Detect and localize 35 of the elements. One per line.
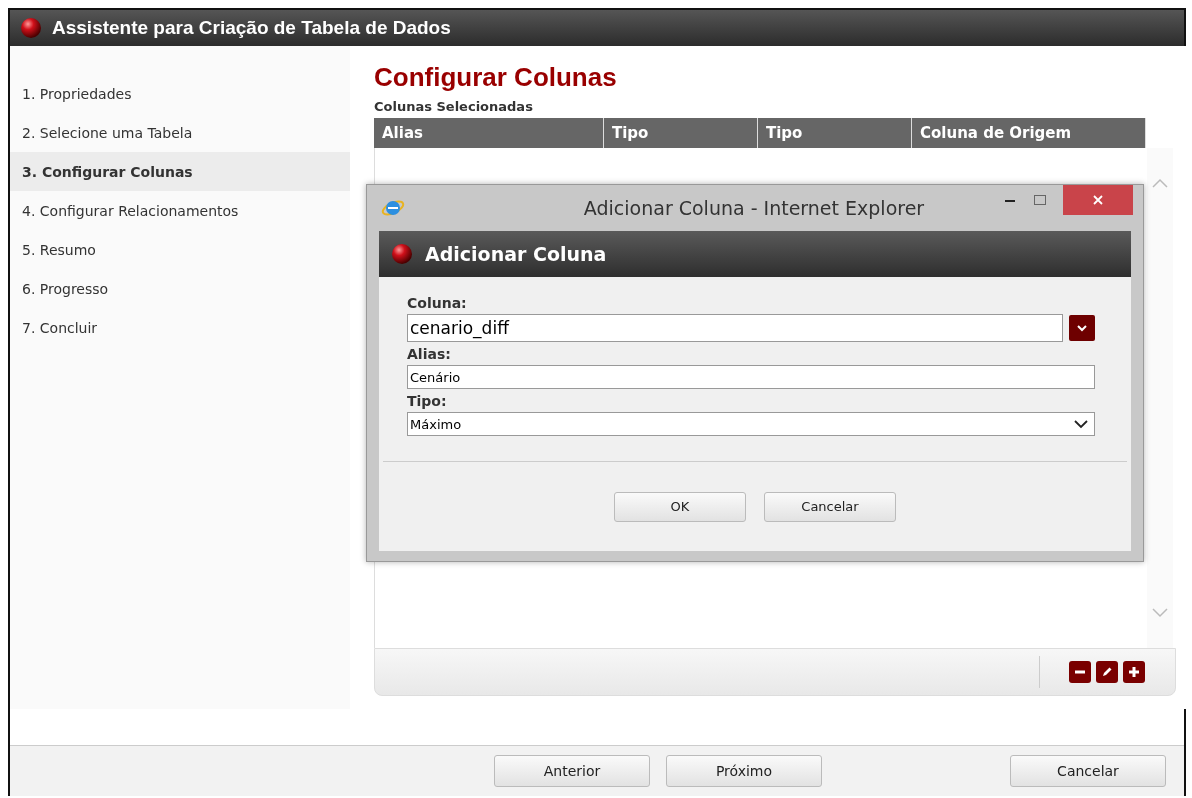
dialog-button[interactable]: Cancelar: [764, 491, 896, 522]
dropdown-button[interactable]: [1069, 315, 1095, 341]
input-field[interactable]: Cenário: [407, 365, 1095, 389]
nav-button[interactable]: Anterior: [494, 755, 650, 787]
chevron-down-icon: [1074, 419, 1088, 429]
edit-button[interactable]: [1096, 661, 1118, 683]
maximize-icon[interactable]: [1033, 193, 1047, 207]
page-title: Configurar Colunas: [374, 62, 618, 93]
plus-icon: [1128, 666, 1140, 678]
input-field[interactable]: cenario_diff: [407, 314, 1063, 342]
dialog-title: Adicionar Coluna: [425, 243, 607, 265]
step-item[interactable]: 3. Configurar Colunas: [10, 152, 350, 191]
step-item[interactable]: 2. Selecione uma Tabela: [10, 113, 350, 152]
dialog-button[interactable]: OK: [614, 491, 746, 522]
select-field[interactable]: Máximo: [407, 412, 1095, 436]
cancel-button[interactable]: Cancelar: [1010, 755, 1166, 787]
table-caption: Colunas Selecionadas: [374, 99, 534, 114]
pencil-icon: [1101, 666, 1113, 678]
step-item[interactable]: 7. Concluir: [10, 308, 350, 347]
dialog-window-title: Adicionar Coluna - Internet Explorer: [582, 197, 926, 219]
field-label: Coluna:: [407, 295, 468, 311]
sphere-icon: [20, 17, 42, 39]
sphere-icon: [391, 243, 413, 265]
chevron-down-icon: [1077, 324, 1087, 332]
window-title: Assistente para Criação de Tabela de Dados: [52, 17, 451, 39]
step-item[interactable]: 4. Configurar Relacionamentos: [10, 191, 350, 230]
add-button[interactable]: [1123, 661, 1145, 683]
field-label: Tipo:: [407, 393, 448, 409]
step-item[interactable]: 1. Propriedades: [10, 74, 350, 113]
remove-button[interactable]: [1069, 661, 1091, 683]
step-item[interactable]: 5. Resumo: [10, 230, 350, 269]
field-label: Alias:: [407, 346, 452, 362]
close-icon: [1092, 194, 1104, 206]
nav-button[interactable]: Próximo: [666, 755, 822, 787]
step-item[interactable]: 6. Progresso: [10, 269, 350, 308]
